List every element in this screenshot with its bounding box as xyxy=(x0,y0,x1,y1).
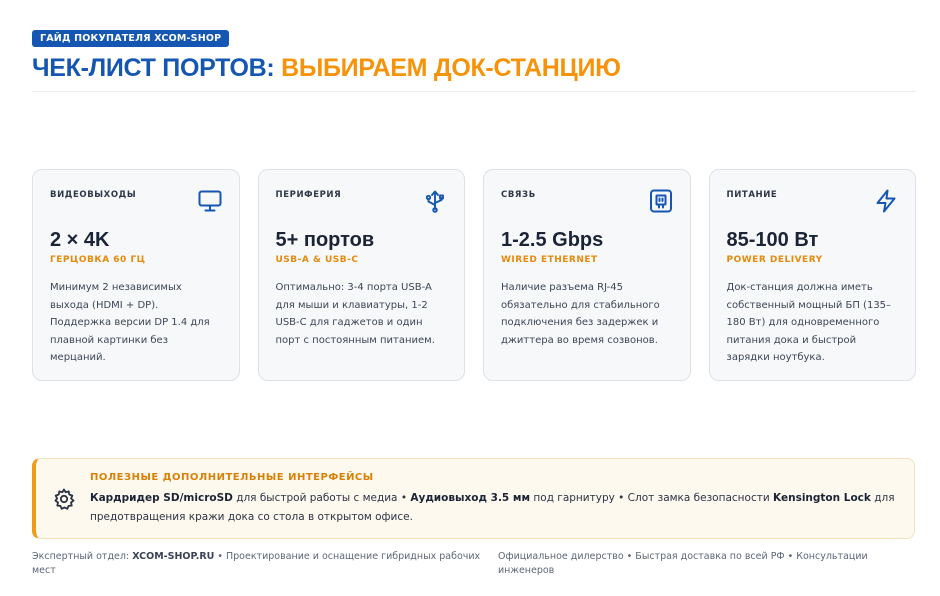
callout-item-audio: Аудиовыход 3.5 мм xyxy=(410,492,531,504)
usb-icon xyxy=(422,188,448,214)
card-description: Оптимально: 3-4 порта USB-A для мыши и к… xyxy=(275,282,435,346)
ethernet-icon xyxy=(648,188,674,214)
card-description: Док-станция должна иметь собственный мощ… xyxy=(726,282,892,363)
card-value: 2 × 4K xyxy=(50,229,110,251)
card-value: 85-100 Вт xyxy=(726,229,819,251)
lightning-icon xyxy=(873,188,899,214)
gear-icon xyxy=(52,487,76,511)
page-header: ГАЙД ПОКУПАТЕЛЯ XCOM-SHOP ЧЕК-ЛИСТ ПОРТО… xyxy=(32,26,916,92)
card-power: ПИТАНИЕ 85-100 Вт POWER DELIVERY Док-ста… xyxy=(708,169,916,381)
callout-item-card-reader: Кардридер SD/microSD xyxy=(90,492,233,504)
callout-item-kensington: Kensington Lock xyxy=(773,492,871,504)
title-primary: ЧЕК-ЛИСТ ПОРТОВ: xyxy=(32,54,275,82)
extra-interfaces-callout: ПОЛЕЗНЫЕ ДОПОЛНИТЕЛЬНЫЕ ИНТЕРФЕЙСЫ Кардр… xyxy=(32,458,915,539)
card-peripherals: ПЕРИФЕРИЯ 5+ портов USB-A & USB-C Оптима… xyxy=(257,169,465,381)
card-video-outputs: ВИДЕОВЫХОДЫ 2 × 4K ГЕРЦОВКА 60 ГЦ Миниму… xyxy=(32,169,240,381)
card-description: Минимум 2 независимых выхода (HDMI + DP)… xyxy=(50,282,210,363)
guide-badge: ГАЙД ПОКУПАТЕЛЯ XCOM-SHOP xyxy=(32,30,230,47)
monitor-icon xyxy=(197,188,223,214)
card-subtitle: USB-A & USB-C xyxy=(275,255,359,265)
callout-text-segment: для быстрой работы с медиа • xyxy=(232,492,411,504)
footer-right: Официальное дилерство • Быстрая доставка… xyxy=(498,551,868,576)
footer-brand-link[interactable]: XCOM-SHOP.RU xyxy=(132,551,214,562)
card-description: Наличие разъема RJ-45 обязательно для ст… xyxy=(501,282,660,346)
card-value: 1-2.5 Gbps xyxy=(501,229,604,251)
card-value: 5+ портов xyxy=(275,229,375,251)
card-subtitle: ГЕРЦОВКА 60 ГЦ xyxy=(50,255,146,265)
callout-text-segment: под гарнитуру • Слот замка безопасности xyxy=(530,492,774,504)
card-connectivity: СВЯЗЬ 1-2.5 Gbps WIRED ETHERNET Наличие … xyxy=(483,169,691,381)
footer-label: Экспертный отдел: xyxy=(32,551,133,562)
port-cards: ВИДЕОВЫХОДЫ 2 × 4K ГЕРЦОВКА 60 ГЦ Миниму… xyxy=(32,169,916,381)
title-highlight: ВЫБИРАЕМ ДОК-СТАНЦИЮ xyxy=(281,54,621,82)
callout-text: Кардридер SD/microSD для быстрой работы … xyxy=(90,489,902,527)
page-title: ЧЕК-ЛИСТ ПОРТОВ: ВЫБИРАЕМ ДОК-СТАНЦИЮ xyxy=(32,53,916,83)
footer-left: Экспертный отдел: XCOM-SHOP.RU • Проекти… xyxy=(32,550,487,578)
card-subtitle: POWER DELIVERY xyxy=(726,255,823,265)
callout-title: ПОЛЕЗНЫЕ ДОПОЛНИТЕЛЬНЫЕ ИНТЕРФЕЙСЫ xyxy=(90,472,374,483)
card-subtitle: WIRED ETHERNET xyxy=(501,255,598,265)
